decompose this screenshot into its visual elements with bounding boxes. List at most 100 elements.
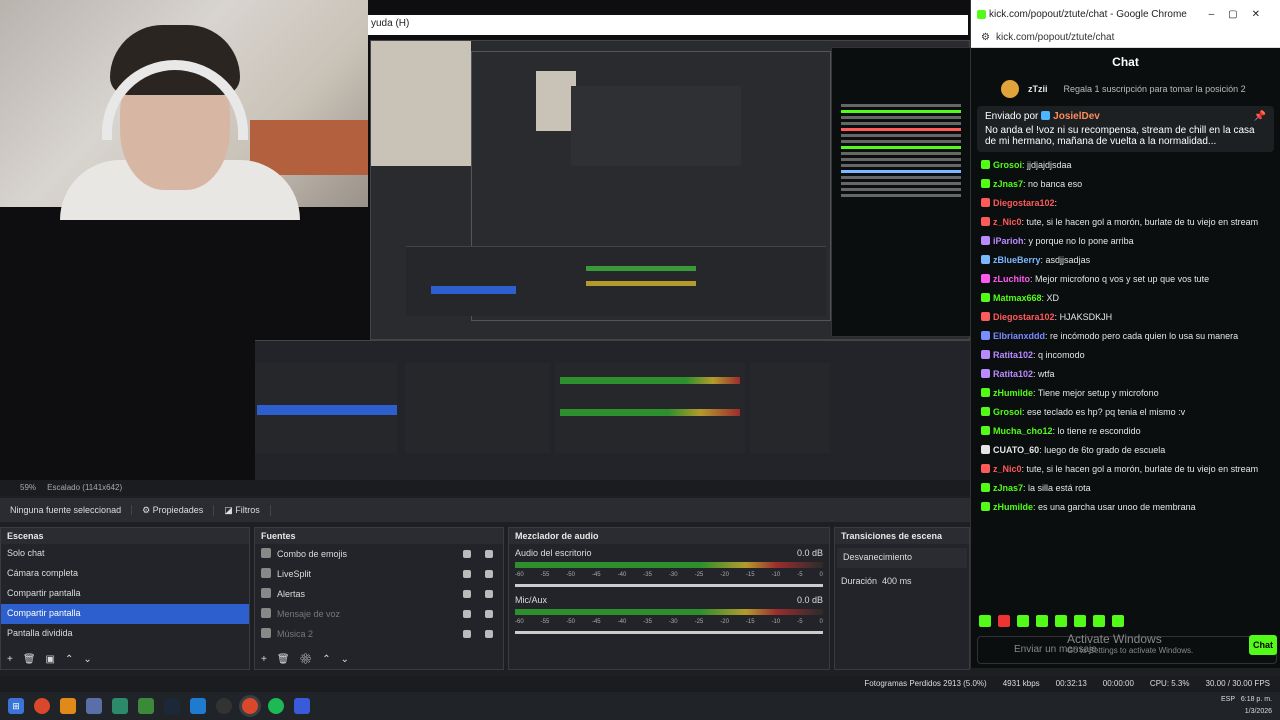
chat-message[interactable]: z_Nic0: tute, si le hacen gol a morón, b… <box>971 460 1280 479</box>
source-name: Combo de emojis <box>277 549 348 559</box>
app-icon[interactable] <box>86 698 102 714</box>
source-item[interactable]: Mensaje de voz <box>255 604 503 624</box>
scene-item[interactable]: Compartir pantalla <box>1 584 249 604</box>
chat-message[interactable]: Ratita102: wtfa <box>971 365 1280 384</box>
chat-message[interactable]: Grosoi: ese teclado es hp? pq tenia el m… <box>971 403 1280 422</box>
gift-user[interactable]: zTzii <box>1028 84 1048 94</box>
chat-username[interactable]: Ratita102 <box>993 369 1033 379</box>
chat-message[interactable]: zJnas7: la silla está rota <box>971 479 1280 498</box>
duration-input[interactable]: 400 ms <box>882 576 912 586</box>
scene-item[interactable]: Pantalla dividida <box>1 624 249 644</box>
chat-username[interactable]: zJnas7 <box>993 179 1023 189</box>
chat-username[interactable]: zLuchito <box>993 274 1030 284</box>
chat-message[interactable]: iParioh: y porque no lo pone arriba <box>971 232 1280 251</box>
chat-message[interactable]: Matmax668: XD <box>971 289 1280 308</box>
scene-name: Compartir pantalla <box>7 588 81 598</box>
chat-message[interactable]: Diegostara102: <box>971 194 1280 213</box>
chat-message[interactable]: CUATO_60: luego de 6to grado de escuela <box>971 441 1280 460</box>
filters-tab[interactable]: ◪ Filtros <box>214 504 271 516</box>
scene-item[interactable]: Compartir pantalla <box>1 604 249 624</box>
chat-username[interactable]: iParioh <box>993 236 1024 246</box>
excel-icon[interactable] <box>138 698 154 714</box>
volume-slider[interactable] <box>515 631 823 634</box>
visibility-eye-icon[interactable] <box>463 550 471 558</box>
steam-icon[interactable] <box>164 698 180 714</box>
emote-bar[interactable] <box>979 615 1127 627</box>
chat-message[interactable]: Mucha_cho12: lo tiene re escondido <box>971 422 1280 441</box>
chat-message[interactable]: Diegostara102: HJAKSDKJH <box>971 308 1280 327</box>
sublime-icon[interactable] <box>60 698 76 714</box>
chat-message[interactable]: zJnas7: no banca eso <box>971 175 1280 194</box>
user-badge-icon <box>981 217 990 226</box>
chat-username[interactable]: CUATO_60 <box>993 445 1039 455</box>
chat-username[interactable]: zBlueBerry <box>993 255 1041 265</box>
visibility-eye-icon[interactable] <box>463 630 471 638</box>
chat-message-list[interactable]: Grosoi: jjdjajdjsdaa zJnas7: no banca eso… <box>971 156 1280 517</box>
chat-username[interactable]: zHumilde <box>993 502 1033 512</box>
vscode-icon[interactable] <box>190 698 206 714</box>
chat-message[interactable]: Elbrianxddd: re incómodo pero cada quien… <box>971 327 1280 346</box>
visibility-eye-icon[interactable] <box>463 610 471 618</box>
chrome-active-icon[interactable] <box>242 698 258 714</box>
lock-icon[interactable] <box>485 550 493 558</box>
user-badge-icon <box>981 350 990 359</box>
spotify-icon[interactable] <box>268 698 284 714</box>
start-icon[interactable]: ⊞ <box>8 698 24 714</box>
chat-message[interactable]: zHumilde: es una garcha usar unoo de mem… <box>971 498 1280 517</box>
lock-icon[interactable] <box>485 610 493 618</box>
chat-message[interactable]: z_Nic0: tute, si le hacen gol a morón, b… <box>971 213 1280 232</box>
lock-icon[interactable] <box>485 630 493 638</box>
git-icon[interactable] <box>112 698 128 714</box>
source-name: LiveSplit <box>277 569 312 579</box>
chat-username[interactable]: zHumilde <box>993 388 1033 398</box>
language[interactable]: ESP <box>1221 696 1235 703</box>
chat-username[interactable]: Grosoi <box>993 160 1022 170</box>
chat-message[interactable]: zHumilde: Tiene mejor setup y microfono <box>971 384 1280 403</box>
window-controls[interactable]: –▢✕ <box>1209 9 1274 20</box>
chat-username[interactable]: Diegostara102 <box>993 198 1055 208</box>
visibility-eye-icon[interactable] <box>463 570 471 578</box>
chat-username[interactable]: Mucha_cho12 <box>993 426 1053 436</box>
chat-text: la silla está rota <box>1028 483 1091 493</box>
discord-icon[interactable] <box>294 698 310 714</box>
chat-message[interactable]: Grosoi: jjdjajdjsdaa <box>971 156 1280 175</box>
chat-message[interactable]: Ratita102: q incomodo <box>971 346 1280 365</box>
properties-tab[interactable]: ⚙ Propiedades <box>132 504 215 516</box>
chat-username[interactable]: Ratita102 <box>993 350 1033 360</box>
sources-toolbar[interactable]: +🗑⚙⌃⌄ <box>261 654 359 665</box>
scale-mode[interactable]: Escalado (1141x642) <box>47 483 122 492</box>
visibility-eye-icon[interactable] <box>463 590 471 598</box>
url-bar[interactable]: ⚙ kick.com/popout/ztute/chat <box>971 28 1280 48</box>
scene-item[interactable]: Cámara completa <box>1 564 249 584</box>
source-item[interactable]: Alertas <box>255 584 503 604</box>
chat-username[interactable]: z_Nic0 <box>993 217 1022 227</box>
chat-username[interactable]: Matmax668 <box>993 293 1042 303</box>
chat-username[interactable]: Elbrianxddd <box>993 331 1045 341</box>
source-item[interactable]: Música 2 <box>255 624 503 644</box>
obs-preview[interactable]: yuda (H) <box>0 0 970 480</box>
chrome-icon[interactable] <box>34 698 50 714</box>
scenes-toolbar[interactable]: +🗑▣⌃⌄ <box>7 654 102 665</box>
lock-icon[interactable] <box>485 590 493 598</box>
pinned-user[interactable]: JosielDev <box>1053 111 1100 122</box>
volume-slider[interactable] <box>515 584 823 587</box>
scene-item[interactable]: Solo chat <box>1 544 249 564</box>
pinned-message[interactable]: Enviado por JosielDev 📌 No anda el !voz n… <box>977 106 1274 152</box>
transition-select[interactable]: Desvanecimiento <box>837 548 967 568</box>
source-item[interactable]: LiveSplit <box>255 564 503 584</box>
lock-icon[interactable] <box>485 570 493 578</box>
chat-message[interactable]: zBlueBerry: asdjjsadjas <box>971 251 1280 270</box>
meter-tick: -10 <box>771 572 781 578</box>
source-item[interactable]: Combo de emojis <box>255 544 503 564</box>
send-chat-button[interactable]: Chat <box>1249 635 1277 655</box>
chat-username[interactable]: z_Nic0 <box>993 464 1022 474</box>
chat-username[interactable]: zJnas7 <box>993 483 1023 493</box>
pin-icon[interactable]: 📌 <box>1254 111 1266 122</box>
chat-username[interactable]: Grosoi <box>993 407 1022 417</box>
obs-icon[interactable] <box>216 698 232 714</box>
site-info-icon[interactable]: ⚙ <box>981 32 990 43</box>
chat-message[interactable]: zLuchito: Mejor microfono q vos y set up… <box>971 270 1280 289</box>
chat-username[interactable]: Diegostara102 <box>993 312 1055 322</box>
zoom-level[interactable]: 59% <box>20 483 36 492</box>
system-tray[interactable]: ESP 6:18 p. m. 1/3/2026 <box>1221 694 1272 718</box>
